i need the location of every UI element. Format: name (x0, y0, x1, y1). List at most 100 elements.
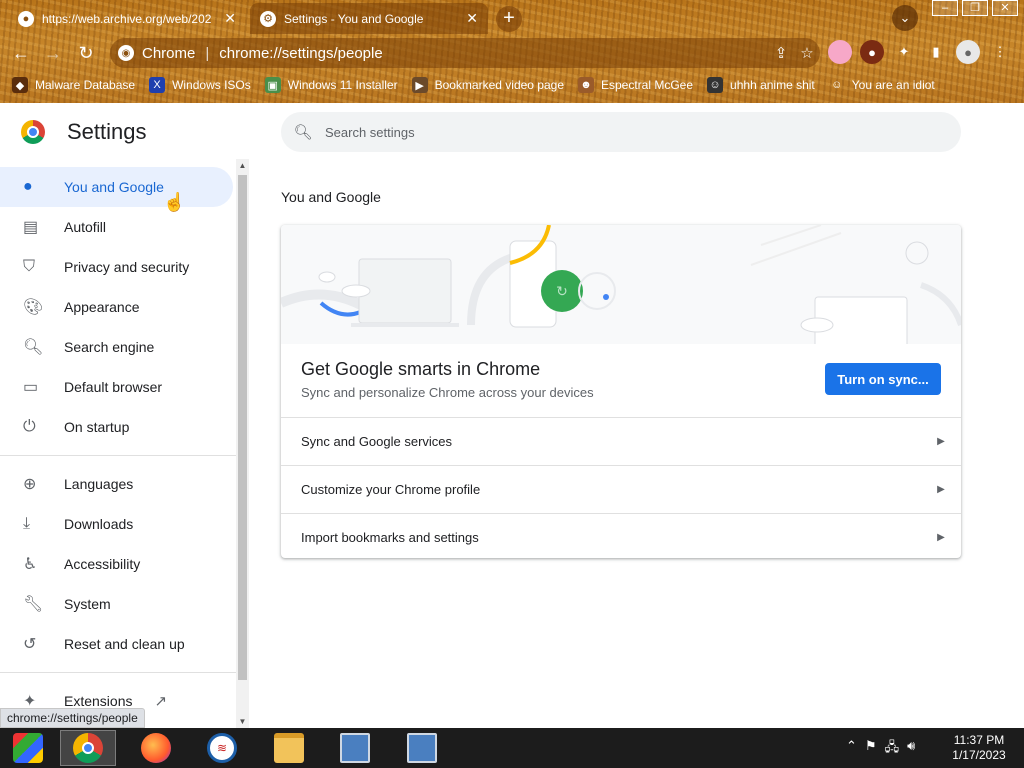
sync-illustration: ↻ (281, 225, 961, 348)
chevron-right-icon: ▶ (937, 532, 945, 543)
scroll-up-arrow-icon[interactable]: ▲ (236, 159, 249, 172)
profile-avatar[interactable]: ● (956, 40, 980, 64)
clock-date: 1/17/2023 (952, 748, 1006, 762)
search-icon: 🔍︎ (293, 124, 313, 141)
turn-on-sync-button[interactable]: Turn on sync... (825, 363, 941, 395)
back-button[interactable]: ← (8, 40, 34, 66)
clock-time: 11:37 PM (953, 733, 1005, 747)
sidebar-scrollbar[interactable]: ▲ ▼ (236, 159, 249, 728)
external-link-icon: ↗ (154, 693, 168, 710)
network-icon[interactable]: 🖧︎ (885, 738, 900, 760)
taskbar-chrome[interactable] (60, 730, 116, 766)
settings-page: Settings 🔍︎ ● You and Google ▤ Autofill … (0, 103, 1024, 728)
scrollbar-thumb[interactable] (238, 175, 247, 680)
menu-icon[interactable]: ⋮ (988, 40, 1012, 64)
sidebar-item-appearance[interactable]: 🎨︎ Appearance (0, 287, 233, 327)
bookmark-item[interactable]: ◆ Malware Database (12, 77, 135, 93)
row-label: Sync and Google services (301, 434, 453, 449)
window-controls: – ❐ ✕ (932, 0, 1018, 16)
power-icon: ⏻ (23, 418, 36, 435)
address-bar[interactable]: ◉ Chrome | chrome://settings/people ⇪ ☆ (110, 38, 820, 68)
taskbar-file-explorer[interactable] (261, 730, 317, 766)
row-customize-profile[interactable]: Customize your Chrome profile ▶ (281, 465, 961, 513)
sidebar-item-label: Appearance (64, 299, 140, 315)
avatar-extension-icon[interactable]: ● (860, 40, 884, 64)
new-tab-button[interactable]: + (496, 6, 522, 32)
forward-button[interactable]: → (40, 40, 66, 66)
maximize-button[interactable]: ❐ (962, 0, 988, 16)
taskbar-network-app-2[interactable] (394, 730, 450, 766)
sync-illustration-graphic: ↻ (281, 225, 961, 348)
close-window-button[interactable]: ✕ (992, 0, 1018, 16)
share-icon[interactable]: ⇪ (768, 44, 794, 62)
sidebar-item-default-browser[interactable]: ▭ Default browser (0, 367, 233, 407)
scroll-down-arrow-icon[interactable]: ▼ (236, 715, 249, 728)
taskbar-obama-logo[interactable]: ≋ (194, 730, 250, 766)
close-icon[interactable]: ✕ (224, 10, 236, 27)
sidebar-item-accessibility[interactable]: ♿︎ Accessibility (0, 544, 233, 584)
section-title: You and Google (281, 189, 381, 205)
reload-button[interactable]: ↻ (73, 40, 99, 66)
bookmark-label: Windows ISOs (172, 78, 251, 92)
sidebar-item-label: Default browser (64, 379, 163, 395)
close-icon[interactable]: ✕ (466, 10, 478, 27)
network-computer-icon (407, 733, 437, 763)
chrome-icon (73, 733, 103, 763)
sidebar-item-label: Downloads (64, 516, 134, 532)
sidebar-item-label: Privacy and security (64, 259, 190, 275)
search-icon: 🔍︎ (23, 339, 44, 356)
gear-icon: ⚙ (260, 10, 276, 27)
site-name: Chrome (142, 44, 196, 62)
minimize-button[interactable]: – (932, 0, 958, 16)
sidebar-item-autofill[interactable]: ▤ Autofill (0, 207, 233, 247)
search-input[interactable] (325, 124, 925, 140)
flag-extension-icon[interactable] (828, 40, 852, 64)
browser-frame: ● https://web.archive.org/web/202 ✕ ⚙ Se… (0, 0, 1024, 103)
bookmark-item[interactable]: X Windows ISOs (149, 77, 251, 93)
flag-icon[interactable]: ⚑ (865, 738, 877, 760)
side-panel-icon[interactable]: ▮ (924, 40, 948, 64)
bookmark-label: Bookmarked video page (434, 78, 564, 92)
bookmark-item[interactable]: ☺ uhhh anime shit (707, 77, 815, 93)
row-sync-and-google-services[interactable]: Sync and Google services ▶ (281, 417, 961, 465)
sidebar-item-search-engine[interactable]: 🔍︎ Search engine (0, 327, 233, 367)
face-icon: ☻ (578, 77, 594, 93)
sidebar-item-downloads[interactable]: ⤓ Downloads (0, 504, 233, 544)
sidebar-item-languages[interactable]: ⊕ Languages (0, 464, 233, 504)
chevron-up-icon[interactable]: ⌃ (846, 738, 857, 760)
row-import-bookmarks[interactable]: Import bookmarks and settings ▶ (281, 513, 961, 558)
shield-icon: ⛉ (23, 258, 36, 275)
bookmark-item[interactable]: ▣ Windows 11 Installer (264, 77, 398, 93)
sidebar-item-you-and-google[interactable]: ● You and Google (0, 167, 233, 207)
sidebar-item-privacy[interactable]: ⛉ Privacy and security (0, 247, 233, 287)
taskbar-firefox[interactable] (128, 730, 184, 766)
puzzle-icon[interactable]: ✦ (892, 40, 916, 64)
row-label: Import bookmarks and settings (301, 530, 479, 545)
sidebar-item-label: You and Google (64, 179, 164, 195)
bookmark-item[interactable]: ☺ You are an idiot (829, 77, 935, 93)
taskbar-network-app[interactable] (327, 730, 383, 766)
image-icon: ▣ (264, 77, 281, 93)
start-button[interactable] (0, 730, 56, 766)
star-icon[interactable]: ☆ (794, 44, 820, 62)
sidebar-item-system[interactable]: 🔧︎ System (0, 584, 233, 624)
volume-icon[interactable]: 🔊︎ (907, 738, 915, 760)
tab-archive[interactable]: ● https://web.archive.org/web/202 ✕ (8, 3, 246, 34)
sidebar-item-label: System (64, 596, 111, 612)
sidebar-item-label: Accessibility (64, 556, 141, 572)
sidebar-item-on-startup[interactable]: ⏻ On startup (0, 407, 233, 447)
url-text[interactable]: chrome://settings/people (219, 45, 768, 62)
sidebar-item-reset[interactable]: ↺ Reset and clean up (0, 624, 233, 664)
extensions-area: ● ✦ ▮ ● ⋮ (828, 40, 1012, 64)
person-icon: ● (23, 178, 33, 195)
bookmark-item[interactable]: ▶ Bookmarked video page (411, 77, 564, 93)
search-bar[interactable]: 🔍︎ (281, 112, 961, 152)
tab-search-button[interactable]: ⌄ (892, 5, 918, 31)
sidebar: ● You and Google ▤ Autofill ⛉ Privacy an… (0, 167, 236, 728)
tab-strip: ● https://web.archive.org/web/202 ✕ ⚙ Se… (0, 0, 1024, 34)
sidebar-item-label: Reset and clean up (64, 636, 185, 652)
tab-settings[interactable]: ⚙ Settings - You and Google ✕ (250, 3, 488, 34)
clock[interactable]: 11:37 PM 1/17/2023 (944, 733, 1014, 763)
bookmark-item[interactable]: ☻ Espectral McGee (578, 77, 693, 93)
wrench-icon: 🔧︎ (23, 596, 44, 613)
